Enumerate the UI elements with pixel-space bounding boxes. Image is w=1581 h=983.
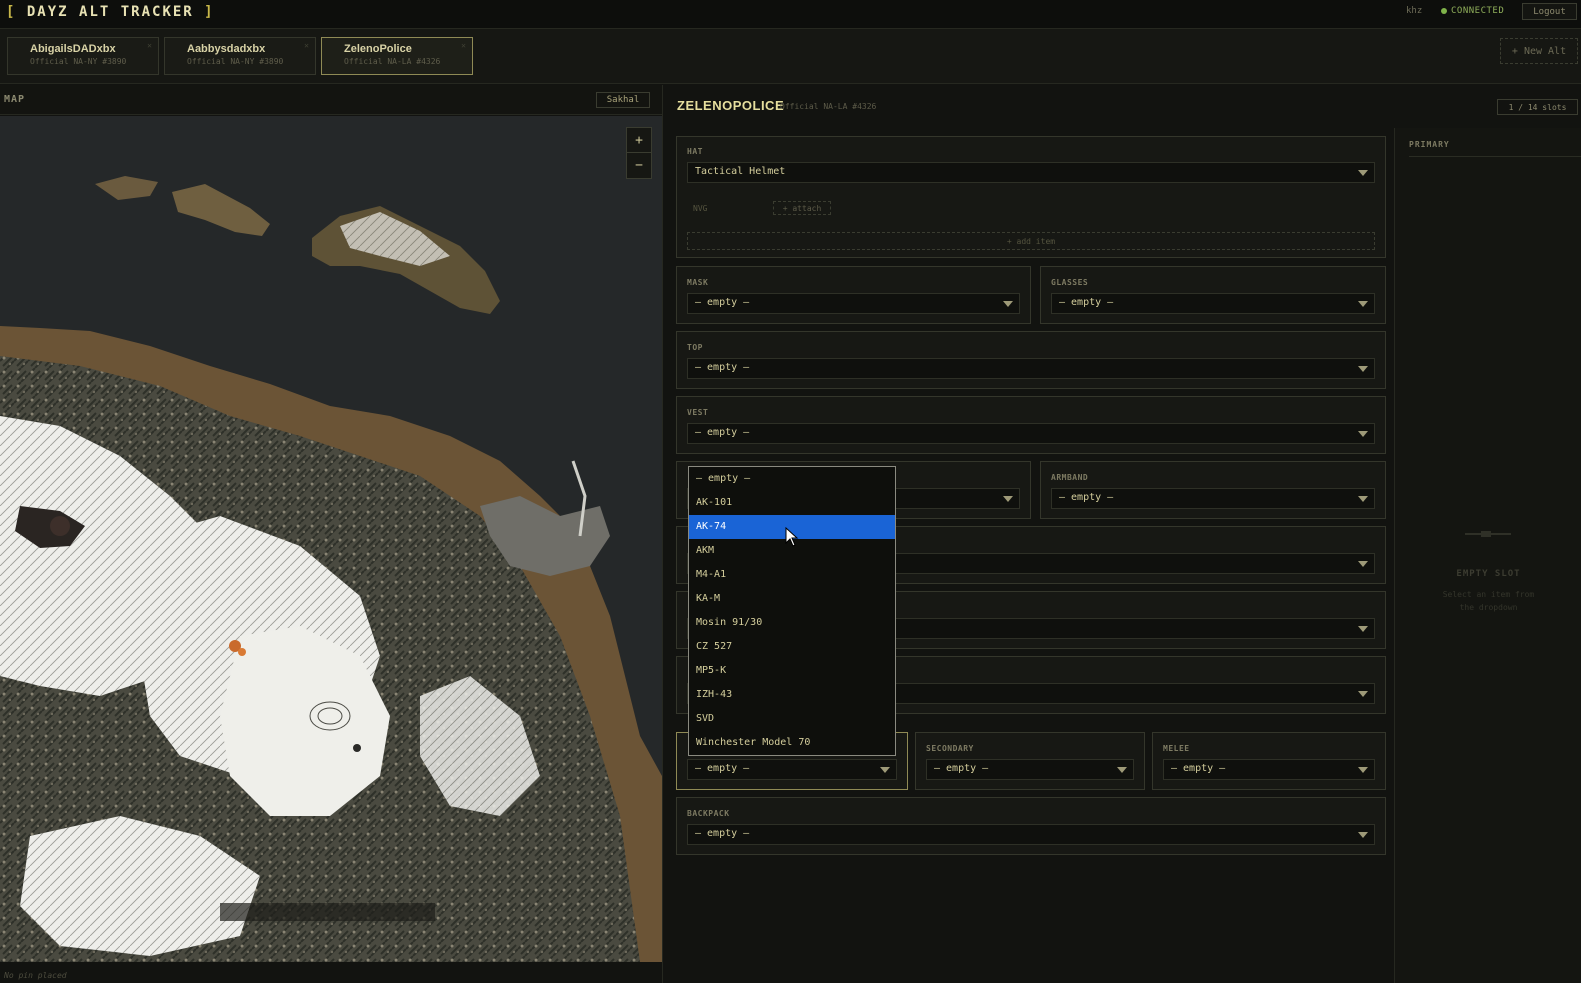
username: khz [1406,6,1423,16]
close-icon[interactable]: ✕ [147,41,152,50]
slot-count-badge: 1 / 14 slots [1497,99,1578,115]
map-zoom-control: + − [626,127,652,179]
top-bar: [ DAYZ ALT TRACKER ] khz CONNECTED Logou… [0,0,1581,29]
hat-label: HAT [687,147,703,156]
backpack-select[interactable]: — empty — [687,824,1375,845]
logout-button[interactable]: Logout [1522,3,1577,20]
chevron-down-icon [1358,431,1368,437]
close-icon[interactable]: ✕ [461,41,466,50]
character-name: ZELENOPOLICE [677,98,785,113]
app-title: [ DAYZ ALT TRACKER ] [6,4,215,20]
terrain-map [0,116,662,962]
chevron-down-icon [1358,170,1368,176]
armband-select[interactable]: — empty — [1051,488,1375,509]
zoom-in-button[interactable]: + [627,128,651,153]
map-label: MAP [4,94,26,105]
tab-aabbysdadxbx[interactable]: Aabbysdadxbx Official NA-NY #3890 ✕ [164,37,316,75]
alt-tabs-bar: AbigailsDADxbx Official NA-NY #3890 ✕ Aa… [0,29,1581,84]
detail-slot-label: PRIMARY [1409,140,1450,149]
glasses-label: GLASSES [1051,278,1089,287]
nvg-attach-button[interactable]: + attach [773,201,831,215]
dropdown-option-cz527[interactable]: CZ 527 [689,635,895,659]
dropdown-option-empty[interactable]: — empty — [689,467,895,491]
dropdown-option-winchester[interactable]: Winchester Model 70 [689,731,895,755]
map-hint-toast [220,903,435,921]
secondary-select[interactable]: — empty — [926,759,1134,780]
vest-slot-card: VEST — empty — [676,396,1386,454]
chevron-down-icon [1358,691,1368,697]
zoom-out-button[interactable]: − [627,153,651,178]
hat-slot-card: HAT Tactical Helmet NVG + attach + add i… [676,136,1386,258]
mask-select[interactable]: — empty — [687,293,1020,314]
chevron-down-icon [1358,832,1368,838]
hat-select[interactable]: Tactical Helmet [687,162,1375,183]
rifle-icon [1465,531,1511,537]
dropdown-option-mp5k[interactable]: MP5-K [689,659,895,683]
connection-status: CONNECTED [1441,6,1504,16]
melee-select[interactable]: — empty — [1163,759,1375,780]
chevron-down-icon [1003,496,1013,502]
chevron-down-icon [1358,301,1368,307]
character-server: Official NA-LA #4326 [780,102,877,111]
pin-status: No pin placed [4,971,67,980]
melee-slot-card: MELEE — empty — [1152,732,1386,790]
armband-slot-card: ARMBAND — empty — [1040,461,1386,519]
tab-abigailsdadxbx[interactable]: AbigailsDADxbx Official NA-NY #3890 ✕ [7,37,159,75]
top-slot-card: TOP — empty — [676,331,1386,389]
chevron-down-icon [880,767,890,773]
close-icon[interactable]: ✕ [304,41,309,50]
backpack-slot-card: BACKPACK — empty — [676,797,1386,855]
armband-label: ARMBAND [1051,473,1089,482]
chevron-down-icon [1358,366,1368,372]
primary-weapon-dropdown[interactable]: — empty — AK-101 AK-74 AKM M4-A1 KA-M Mo… [688,466,896,756]
glasses-slot-card: GLASSES — empty — [1040,266,1386,324]
mouse-cursor-icon [785,527,799,547]
status-dot-icon [1441,7,1447,14]
vest-select[interactable]: — empty — [687,423,1375,444]
top-select[interactable]: — empty — [687,358,1375,379]
dropdown-option-svd[interactable]: SVD [689,707,895,731]
item-detail-panel: PRIMARY EMPTY SLOT Select an item from t… [1394,128,1581,983]
mask-label: MASK [687,278,709,287]
top-label: TOP [687,343,703,352]
backpack-label: BACKPACK [687,809,730,818]
dropdown-option-mosin[interactable]: Mosin 91/30 [689,611,895,635]
primary-select[interactable]: — empty — [687,759,897,780]
dropdown-option-m4a1[interactable]: M4-A1 [689,563,895,587]
chevron-down-icon [1358,496,1368,502]
detail-divider [1409,156,1581,157]
add-item-button[interactable]: + add item [687,232,1375,250]
map-header: MAP Sakhal [0,85,662,115]
chevron-down-icon [1358,561,1368,567]
nvg-label: NVG [693,204,708,213]
map-selector[interactable]: Sakhal [596,92,650,108]
chevron-down-icon [1358,626,1368,632]
tab-zelenopolice[interactable]: ZelenoPolice Official NA-LA #4326 ✕ [321,37,473,75]
pane-divider [662,85,663,983]
secondary-slot-card: SECONDARY — empty — [915,732,1145,790]
vest-label: VEST [687,408,709,417]
map-view[interactable] [0,116,662,962]
glasses-select[interactable]: — empty — [1051,293,1375,314]
chevron-down-icon [1358,767,1368,773]
empty-slot-title: EMPTY SLOT [1456,569,1521,579]
dropdown-option-kam[interactable]: KA-M [689,587,895,611]
secondary-label: SECONDARY [926,744,974,753]
melee-label: MELEE [1163,744,1190,753]
dropdown-option-izh43[interactable]: IZH-43 [689,683,895,707]
chevron-down-icon [1117,767,1127,773]
empty-slot-hint: Select an item from the dropdown [1442,590,1535,612]
new-alt-button[interactable]: + New Alt [1500,38,1578,64]
mask-slot-card: MASK — empty — [676,266,1031,324]
dropdown-option-ak101[interactable]: AK-101 [689,491,895,515]
chevron-down-icon [1003,301,1013,307]
